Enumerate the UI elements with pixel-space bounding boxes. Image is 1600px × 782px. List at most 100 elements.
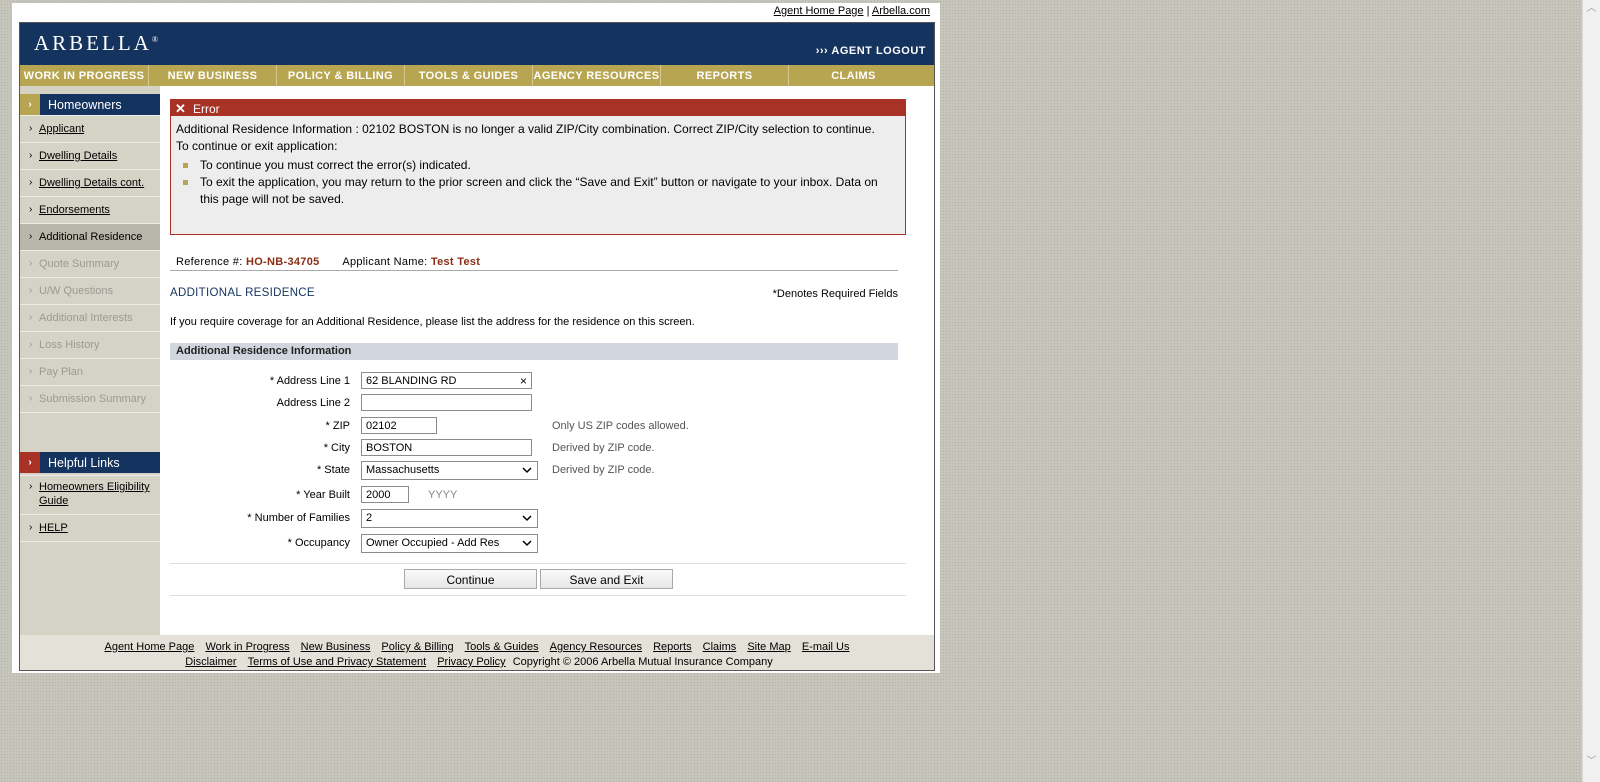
applicant-name-label: Applicant Name: <box>342 256 428 268</box>
footer-link-privacy-policy[interactable]: Privacy Policy <box>437 656 505 668</box>
sidebar-item-submission-summary: › Submission Summary <box>20 385 160 413</box>
logout-label: AGENT LOGOUT <box>831 45 926 57</box>
sidebar-item-label[interactable]: HELP <box>39 522 68 534</box>
scroll-up-arrow-icon[interactable]: ︿ <box>1586 3 1597 14</box>
sidebar-item-uw-questions: › U/W Questions <box>20 277 160 304</box>
nav-new-business[interactable]: NEW BUSINESS <box>149 65 277 86</box>
year-built-row: * Year Built 2000 YYYY <box>170 486 906 506</box>
year-built-label: * Year Built <box>296 489 350 501</box>
divider <box>170 270 898 271</box>
clear-icon[interactable]: × <box>520 373 527 390</box>
divider <box>170 563 906 564</box>
sidebar-item-label[interactable]: Endorsements <box>39 204 110 216</box>
address-line-1-input[interactable]: 62 BLANDING RD × <box>361 372 532 389</box>
address-line-2-input[interactable] <box>361 394 532 411</box>
address-line-1-label: * Address Line 1 <box>269 375 350 387</box>
save-and-exit-button[interactable]: Save and Exit <box>540 569 673 589</box>
year-built-hint: YYYY <box>428 489 458 501</box>
number-of-families-select[interactable]: 2 <box>361 509 538 528</box>
footer-link-agent-home[interactable]: Agent Home Page <box>104 641 194 653</box>
families-row: * Number of Families 2 <box>170 509 906 529</box>
scroll-down-arrow-icon[interactable]: ﹀ <box>1586 756 1597 767</box>
applicant-name-value: Test Test <box>430 256 481 268</box>
nav-reports[interactable]: REPORTS <box>661 65 789 86</box>
top-links: Agent Home Page | Arbella.com <box>774 5 930 17</box>
sidebar-item-label: Quote Summary <box>39 258 120 270</box>
sidebar-item-label[interactable]: Dwelling Details <box>39 150 117 162</box>
chevron-right-icon: › <box>29 204 33 215</box>
required-fields-note: *Denotes Required Fields <box>772 288 898 300</box>
state-select[interactable]: Massachusetts <box>361 461 538 480</box>
agent-logout-link[interactable]: ››› AGENT LOGOUT <box>816 45 926 57</box>
zip-label: * ZIP <box>325 420 350 432</box>
zip-row: * ZIP 02102 Only US ZIP codes allowed. <box>170 417 906 437</box>
address-line-1-value: 62 BLANDING RD <box>366 375 457 387</box>
chevron-right-icon: › <box>29 150 33 161</box>
continue-button[interactable]: Continue <box>404 569 537 589</box>
top-links-separator: | <box>866 5 870 17</box>
error-message: Additional Residence Information : 02102… <box>176 122 875 136</box>
address-line-1-row: * Address Line 1 62 BLANDING RD × <box>170 372 906 392</box>
city-input[interactable]: BOSTON <box>361 439 532 456</box>
footer-link-disclaimer[interactable]: Disclaimer <box>185 656 236 668</box>
chevron-right-icon: › <box>29 481 33 492</box>
address-line-2-label: Address Line 2 <box>276 397 350 409</box>
footer-link-policy-billing[interactable]: Policy & Billing <box>381 641 453 653</box>
chevron-right-icon: › <box>29 312 33 323</box>
sidebar-item-label[interactable]: Dwelling Details cont. <box>39 177 144 189</box>
address-line-2-row: Address Line 2 <box>170 394 906 414</box>
error-title: Error <box>193 102 220 116</box>
error-close-icon: ✕ <box>175 101 186 116</box>
chevron-right-icon: › <box>29 366 33 377</box>
nav-policy-billing[interactable]: POLICY & BILLING <box>277 65 405 86</box>
sidebar-item-dwelling-details-cont[interactable]: › Dwelling Details cont. <box>20 169 160 196</box>
footer-link-work-in-progress[interactable]: Work in Progress <box>205 641 289 653</box>
sidebar-item-label: U/W Questions <box>39 285 113 297</box>
footer-link-reports[interactable]: Reports <box>653 641 692 653</box>
footer-link-site-map[interactable]: Site Map <box>747 641 790 653</box>
section-band: Additional Residence Information <box>170 343 898 360</box>
vertical-scrollbar[interactable]: ︿ ﹀ <box>1582 0 1600 782</box>
sidebar-item-applicant[interactable]: › Applicant <box>20 115 160 142</box>
copyright-text: Copyright © 2006 Arbella Mutual Insuranc… <box>512 656 773 668</box>
arbella-logo[interactable]: ARBELLA® <box>34 31 158 56</box>
arbella-com-link[interactable]: Arbella.com <box>872 5 930 17</box>
zip-input[interactable]: 02102 <box>361 417 437 434</box>
sidebar-item-additional-residence[interactable]: › Additional Residence <box>20 223 160 250</box>
section-band-title: Additional Residence Information <box>176 345 352 357</box>
chevron-right-icon: › <box>29 258 33 269</box>
footer-link-claims[interactable]: Claims <box>703 641 737 653</box>
page-container: Agent Home Page | Arbella.com ARBELLA® ›… <box>12 3 940 673</box>
nav-agency-resources[interactable]: AGENCY RESOURCES <box>533 65 661 86</box>
sidebar-item-label[interactable]: Homeowners Eligibility Guide <box>39 480 157 508</box>
nav-claims[interactable]: CLAIMS <box>789 65 918 86</box>
families-label: * Number of Families <box>247 512 350 524</box>
agent-home-link[interactable]: Agent Home Page <box>774 5 864 17</box>
footer-link-terms[interactable]: Terms of Use and Privacy Statement <box>248 656 427 668</box>
sidebar-item-pay-plan: › Pay Plan <box>20 358 160 385</box>
state-hint: Derived by ZIP code. <box>552 464 655 476</box>
main-nav: WORK IN PROGRESS NEW BUSINESS POLICY & B… <box>20 65 934 86</box>
logo-text: ARBELLA <box>34 31 152 55</box>
sidebar-item-endorsements[interactable]: › Endorsements <box>20 196 160 223</box>
occupancy-select[interactable]: Owner Occupied - Add Res <box>361 534 538 553</box>
footer-link-email-us[interactable]: E-mail Us <box>802 641 850 653</box>
footer-link-tools-guides[interactable]: Tools & Guides <box>465 641 539 653</box>
nav-work-in-progress[interactable]: WORK IN PROGRESS <box>20 65 149 86</box>
city-row: * City BOSTON Derived by ZIP code. <box>170 439 906 459</box>
sidebar-item-label[interactable]: Applicant <box>39 123 84 135</box>
sidebar-section-title: Helpful Links <box>48 456 120 470</box>
year-built-input[interactable]: 2000 <box>361 486 409 503</box>
footer-link-agency-resources[interactable]: Agency Resources <box>550 641 642 653</box>
intro-text: If you require coverage for an Additiona… <box>170 316 695 328</box>
sidebar-item-help[interactable]: › HELP <box>20 514 160 542</box>
footer: Agent Home Page Work in Progress New Bus… <box>20 635 934 670</box>
reference-bar: Reference #: HO-NB-34705 Applicant Name:… <box>176 256 500 268</box>
logout-chevrons-icon: ››› <box>815 45 829 57</box>
chevron-right-icon: › <box>20 94 40 115</box>
sidebar-item-eligibility-guide[interactable]: › Homeowners Eligibility Guide <box>20 475 160 514</box>
footer-link-new-business[interactable]: New Business <box>301 641 371 653</box>
error-header: ✕ Error <box>171 100 905 116</box>
nav-tools-guides[interactable]: TOOLS & GUIDES <box>405 65 533 86</box>
sidebar-item-dwelling-details[interactable]: › Dwelling Details <box>20 142 160 169</box>
